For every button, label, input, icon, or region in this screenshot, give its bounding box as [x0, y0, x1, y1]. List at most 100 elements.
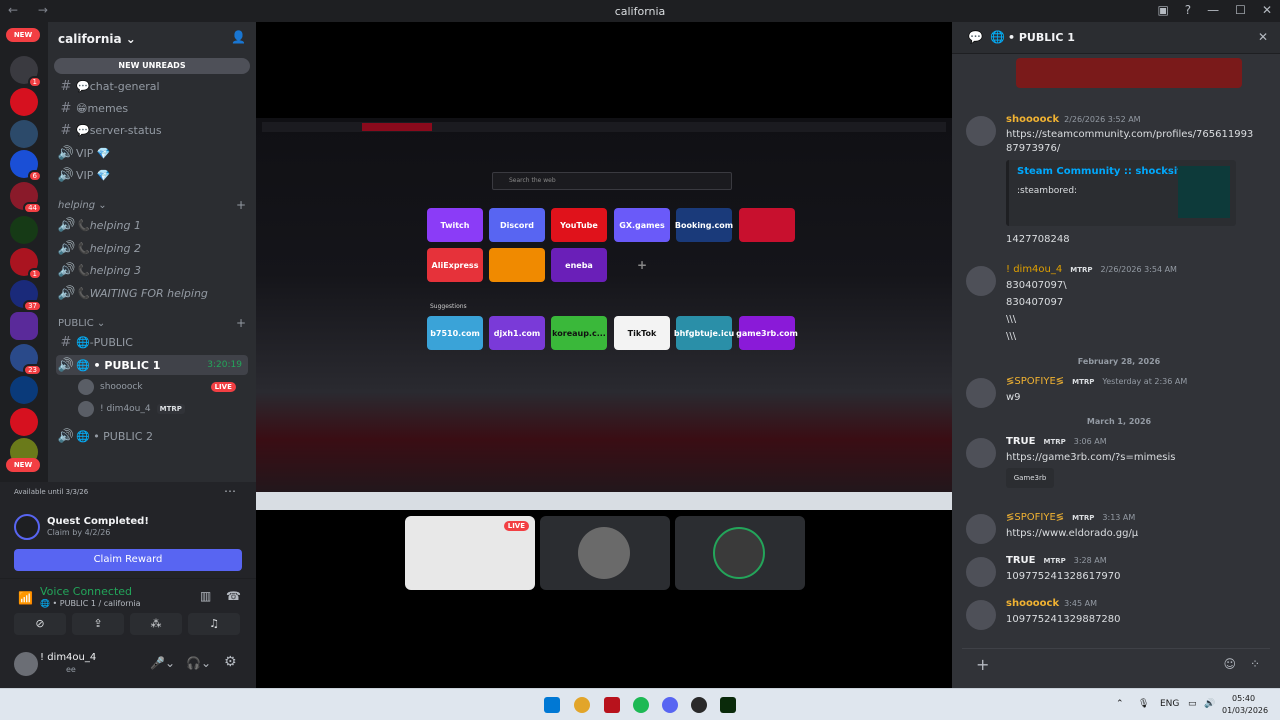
avatar[interactable]	[14, 652, 38, 676]
speed-dial-eneba[interactable]: eneba	[551, 248, 607, 282]
server-icon[interactable]: 1	[10, 248, 42, 280]
add-attachment-icon[interactable]: +	[976, 655, 989, 674]
speed-dial-youtube[interactable]: YouTube	[551, 208, 607, 242]
voice-status[interactable]: Voice Connected	[40, 585, 132, 598]
signal-icon[interactable]: 📶	[18, 591, 33, 605]
message-composer[interactable]: + ☺ ⁘	[962, 648, 1270, 678]
server-icon[interactable]: 37	[10, 280, 42, 312]
server-name[interactable]: california ⌄	[58, 32, 136, 46]
app-icon[interactable]	[604, 697, 620, 713]
microphone-icon[interactable]: 🎤⌄	[150, 656, 175, 670]
channel-chat-general[interactable]: # 💬chat-general	[56, 76, 248, 96]
embed-title[interactable]: Steam Community :: shocksify	[1017, 166, 1188, 177]
close-icon[interactable]: ✕	[1258, 30, 1268, 44]
server-icon[interactable]	[10, 120, 38, 148]
channel-helping-3[interactable]: 🔊 📞helping 3	[56, 260, 248, 280]
clock-date[interactable]: 01/03/2026	[1222, 706, 1268, 715]
soundboard-button[interactable]: ♫	[188, 613, 240, 635]
nav-arrows[interactable]: ← →	[8, 3, 56, 17]
shared-screen[interactable]: Search the web Twitch Discord YouTube GX…	[256, 118, 952, 510]
suggestion-tile[interactable]: bhfgbtuje.icu	[674, 316, 734, 350]
add-channel-icon[interactable]: +	[236, 198, 246, 212]
speed-dial-aliexpress[interactable]: AliExpress	[427, 248, 483, 282]
suggestion-tile[interactable]: koreaup.c...	[551, 316, 607, 350]
server-icon[interactable]: 1	[10, 56, 42, 88]
chrome-icon[interactable]	[574, 697, 590, 713]
clock-time[interactable]: 05:40	[1232, 694, 1255, 703]
server-icon[interactable]	[10, 216, 38, 244]
speed-dial-mi[interactable]	[489, 248, 545, 282]
spotify-icon[interactable]	[633, 697, 649, 713]
speed-dial-booking[interactable]: Booking.com	[675, 208, 733, 242]
suggestion-tile[interactable]: game3rb.com	[736, 316, 798, 350]
channel-public[interactable]: # 🌐-PUBLIC	[56, 332, 248, 352]
window-controls[interactable]: ▣? — ☐ ✕	[1157, 3, 1272, 17]
server-icon[interactable]: 44	[10, 182, 42, 214]
tray-chevron-icon[interactable]: ⌃	[1116, 699, 1124, 709]
mic-tray-icon[interactable]: 🎙	[1138, 699, 1149, 709]
suggestion-tile[interactable]: TikTok	[614, 316, 670, 350]
gear-icon[interactable]: ⚙	[224, 654, 237, 670]
emoji-icon[interactable]: ☺	[1223, 657, 1236, 671]
channel-helping-2[interactable]: 🔊 📞helping 2	[56, 238, 248, 258]
channel-vip-2[interactable]: 🔊 VIP 💎	[56, 165, 248, 185]
channel-public-1[interactable]: 🔊 🌐 • PUBLIC 1 3:20:19	[56, 355, 248, 375]
speed-dial-extra[interactable]	[739, 208, 795, 242]
message-link[interactable]: https://www.eldorado.gg/μ	[1006, 526, 1138, 542]
new-unreads-bar[interactable]: NEW UNREADS	[54, 58, 250, 74]
message-link[interactable]: https://game3rb.com/?s=mimesis	[1006, 450, 1175, 466]
voice-user[interactable]: shoooock LIVE	[78, 378, 236, 396]
channel-memes[interactable]: # 😁memes	[56, 98, 248, 118]
speed-dial-gxgames[interactable]: GX.games	[614, 208, 670, 242]
stream-thumbnail[interactable]: LIVE	[405, 516, 535, 590]
activities-button[interactable]: ⁂	[130, 613, 182, 635]
more-icon[interactable]: ⋯	[224, 484, 236, 498]
headphones-icon[interactable]: 🎧⌄	[186, 656, 211, 670]
language-indicator[interactable]: ENG	[1160, 699, 1179, 709]
participant-tile[interactable]	[675, 516, 805, 590]
channel-vip-1[interactable]: 🔊 VIP 💎	[56, 143, 248, 163]
volume-icon[interactable]: 🔊	[1204, 699, 1215, 709]
channel-waiting[interactable]: 🔊 📞WAITING FOR helping	[56, 283, 248, 303]
discord-icon[interactable]	[662, 697, 678, 713]
start-icon[interactable]	[544, 697, 560, 713]
speaker-icon: 🔊	[57, 262, 75, 278]
participant-tile[interactable]	[540, 516, 670, 590]
server-icon[interactable]: 23	[10, 344, 42, 376]
speed-dial-discord[interactable]: Discord	[489, 208, 545, 242]
server-icon[interactable]	[10, 88, 38, 116]
voice-user[interactable]: ! dim4ou_4 MTRP	[78, 400, 185, 418]
server-icon[interactable]	[10, 408, 38, 436]
new-pill-bottom[interactable]: NEW	[6, 458, 40, 472]
user-name[interactable]: ! dim4ou_4	[40, 652, 96, 663]
add-channel-icon[interactable]: +	[236, 316, 246, 330]
server-icon[interactable]: 6	[10, 150, 42, 182]
app-icon[interactable]	[720, 697, 736, 713]
claim-reward-button[interactable]: Claim Reward	[14, 549, 242, 571]
disconnect-icon[interactable]: ☎	[226, 589, 241, 603]
category-public[interactable]: PUBLIC ⌄	[58, 318, 105, 329]
new-pill-top[interactable]: NEW	[6, 28, 40, 42]
channel-helping-1[interactable]: 🔊 📞helping 1	[56, 215, 248, 235]
channel-public-2[interactable]: 🔊 🌐 • PUBLIC 2	[56, 426, 248, 446]
speed-dial-twitch[interactable]: Twitch	[427, 208, 483, 242]
soundboard-icon[interactable]: ▥	[200, 589, 211, 603]
server-icon-active[interactable]	[10, 312, 38, 340]
message-link[interactable]: https://steamcommunity.com/profiles/7656…	[1006, 128, 1256, 156]
voice-channel[interactable]: 🌐 • PUBLIC 1 / california	[40, 599, 141, 608]
network-icon[interactable]: ▭	[1188, 699, 1197, 709]
server-icon[interactable]	[10, 376, 38, 404]
suggestion-tile[interactable]: djxh1.com	[489, 316, 545, 350]
channel-server-status[interactable]: # 💬server-status	[56, 120, 248, 140]
channel-sidebar: california ⌄ 👤 NEW UNREADS # 💬chat-genera…	[48, 22, 256, 482]
category-helping[interactable]: helping ⌄	[58, 200, 107, 211]
suggestion-tile[interactable]: b7510.com	[427, 316, 483, 350]
message-author: TRUE	[1006, 555, 1036, 566]
search-input[interactable]: Search the web	[492, 172, 732, 190]
apps-icon[interactable]: ⁘	[1250, 657, 1260, 671]
camera-off-button[interactable]: ⊘	[14, 613, 66, 635]
add-member-icon[interactable]: 👤	[231, 30, 246, 44]
screen-share-button[interactable]: ⇪	[72, 613, 124, 635]
speed-dial-add[interactable]: +	[614, 248, 670, 282]
obs-icon[interactable]	[691, 697, 707, 713]
